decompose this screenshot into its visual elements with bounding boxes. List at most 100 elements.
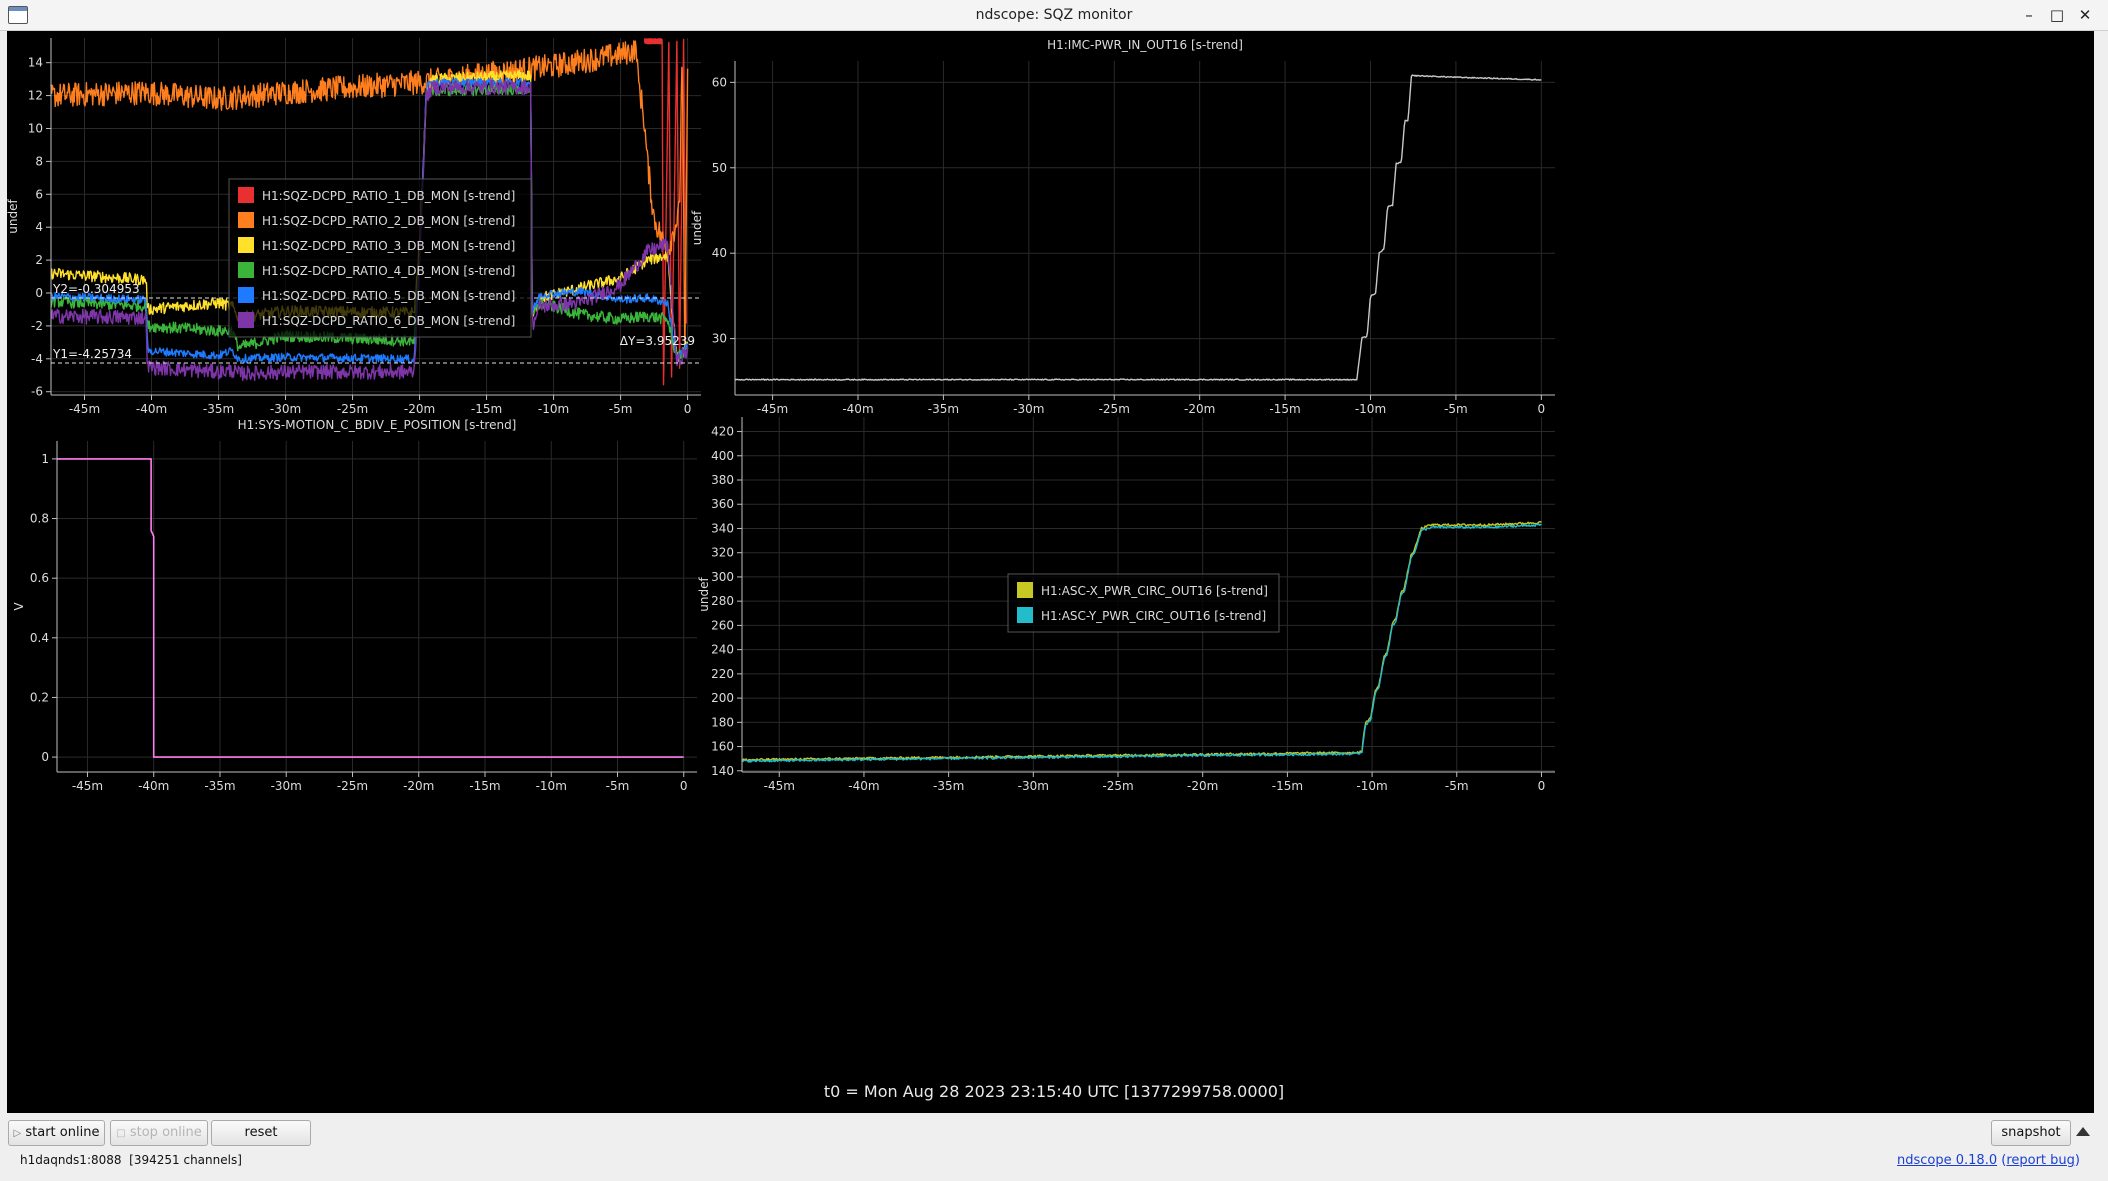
y-tick-label: 0.2 <box>30 690 49 704</box>
legend-entry: H1:SQZ-DCPD_RATIO_2_DB_MON [s-trend] <box>262 214 515 228</box>
y-tick-label: 0.8 <box>30 512 49 526</box>
server-status: h1daqnds1:8088 [394251 channels] <box>20 1153 242 1167</box>
x-tick-label: -45m <box>764 779 795 793</box>
x-tick-label: 0 <box>684 402 692 416</box>
x-tick-label: -15m <box>1269 402 1300 416</box>
y-tick-label: 8 <box>35 154 43 168</box>
stop-online-label: stop online <box>129 1125 202 1140</box>
close-icon[interactable]: ✕ <box>2074 4 2096 26</box>
server-address: h1daqnds1:8088 <box>20 1153 122 1167</box>
legend: H1:ASC-X_PWR_CIRC_OUT16 [s-trend] H1:ASC-… <box>1007 573 1280 633</box>
legend-swatch <box>238 212 254 228</box>
x-tick-label: -30m <box>1013 402 1044 416</box>
y-tick-label: 240 <box>711 643 734 657</box>
y-tick-label: 280 <box>711 594 734 608</box>
x-tick-label: -40m <box>138 779 169 793</box>
legend-swatch <box>238 262 254 278</box>
x-tick-label: -25m <box>1102 779 1133 793</box>
legend-entry: H1:SQZ-DCPD_RATIO_1_DB_MON [s-trend] <box>262 189 515 203</box>
legend-swatch <box>238 187 254 203</box>
y-tick-label: 12 <box>28 89 43 103</box>
window-titlebar: ndscope: SQZ monitor – □ ✕ <box>0 0 2108 31</box>
x-tick-label: -45m <box>69 402 100 416</box>
legend-swatch <box>238 287 254 303</box>
series-line-1 <box>741 520 1542 762</box>
x-tick-label: -5m <box>606 779 630 793</box>
legend-swatch <box>1017 607 1033 623</box>
plot-title: H1:IMC-PWR_IN_OUT16 [s-trend] <box>1047 38 1243 52</box>
legend-box <box>1007 573 1280 633</box>
x-tick-label: 0 <box>680 779 688 793</box>
series-line-2 <box>741 523 1542 763</box>
stop-online-button: □ stop online <box>110 1120 208 1146</box>
x-tick-label: -20m <box>404 402 435 416</box>
series-line-1 <box>644 38 687 386</box>
snapshot-button[interactable]: snapshot <box>1991 1120 2071 1146</box>
maximize-icon[interactable]: □ <box>2046 4 2068 26</box>
legend-entry: H1:SQZ-DCPD_RATIO_5_DB_MON [s-trend] <box>262 289 515 303</box>
collapse-arrow-icon[interactable] <box>2076 1127 2090 1136</box>
x-tick-label: -10m <box>1356 779 1387 793</box>
x-tick-label: -35m <box>933 779 964 793</box>
version-link[interactable]: ndscope 0.18.0 <box>1897 1153 1997 1168</box>
y-tick-label: 180 <box>711 715 734 729</box>
y-tick-label: -4 <box>31 352 43 366</box>
x-tick-label: -40m <box>848 779 879 793</box>
y-tick-label: 0 <box>41 750 49 764</box>
x-tick-label: -45m <box>72 779 103 793</box>
plots-svg[interactable]: -45m -40m -35m -30m -25m -20m -15m -10m -5m 0 -6 -4… <box>6 31 2094 1113</box>
plot-area: -45m -40m -35m -30m -25m -20m -15m -10m -5m 0 -6 -4… <box>6 31 2094 1113</box>
y-tick-label: 300 <box>711 570 734 584</box>
y-tick-label: 30 <box>712 332 727 346</box>
x-tick-label: -20m <box>1187 779 1218 793</box>
x-tick-label: -35m <box>928 402 959 416</box>
y-tick-label: 220 <box>711 667 734 681</box>
y-tick-label: 380 <box>711 473 734 487</box>
x-tick-label: -35m <box>203 402 234 416</box>
series-line-1 <box>734 74 1542 381</box>
y-tick-label: 2 <box>35 253 43 267</box>
legend-swatch <box>238 237 254 253</box>
y-tick-label: 0 <box>35 286 43 300</box>
y-tick-label: 40 <box>712 246 727 260</box>
start-online-label: start online <box>25 1125 100 1140</box>
reset-button[interactable]: reset <box>211 1120 311 1146</box>
plot-title: H1:SYS-MOTION_C_BDIV_E_POSITION [s-trend… <box>238 418 517 432</box>
x-tick-label: -15m <box>1272 779 1303 793</box>
plot-panel-2: -45m -40m -35m -30m -25m -20m -15m -10m -5m 0 30 40… <box>690 38 1555 416</box>
x-tick-label: -25m <box>337 779 368 793</box>
footer-links: ndscope 0.18.0 (report bug) <box>1897 1153 2080 1168</box>
y-axis-label: undef <box>7 199 20 234</box>
x-tick-label: -5m <box>1445 779 1469 793</box>
y-tick-label: 400 <box>711 449 734 463</box>
y-tick-label: 340 <box>711 521 734 535</box>
window-title: ndscope: SQZ monitor <box>975 7 1133 23</box>
series-line-1 <box>56 458 684 758</box>
channel-count: [394251 channels] <box>129 1153 242 1167</box>
x-tick-label: -30m <box>270 402 301 416</box>
x-tick-label: -25m <box>337 402 368 416</box>
legend-entry: H1:ASC-X_PWR_CIRC_OUT16 [s-trend] <box>1041 584 1268 598</box>
y-tick-label: 360 <box>711 497 734 511</box>
x-tick-label: -5m <box>1444 402 1468 416</box>
x-tick-label: -25m <box>1099 402 1130 416</box>
minimize-icon[interactable]: – <box>2018 4 2040 26</box>
plot-panel-4: -45m -40m -35m -30m -25m -20m -15m -10m -5m 0 140 1… <box>697 417 1555 793</box>
x-tick-label: 0 <box>1538 779 1546 793</box>
y-tick-label: 200 <box>711 691 734 705</box>
y-tick-label: 420 <box>711 425 734 439</box>
x-tick-label: -30m <box>1018 779 1049 793</box>
plot-panel-1: -45m -40m -35m -30m -25m -20m -15m -10m -5m 0 -6 -4… <box>6 38 701 416</box>
y-tick-label: 320 <box>711 546 734 560</box>
y-tick-label: 14 <box>28 56 43 70</box>
x-tick-label: -10m <box>536 779 567 793</box>
legend-swatch <box>1017 582 1033 598</box>
report-bug-link[interactable]: report bug <box>2006 1153 2075 1168</box>
start-online-button[interactable]: ▷ start online <box>8 1120 105 1146</box>
paren-close: ) <box>2074 1153 2080 1168</box>
y-tick-label: 0.4 <box>30 631 49 645</box>
legend-entry: H1:SQZ-DCPD_RATIO_3_DB_MON [s-trend] <box>262 239 515 253</box>
x-tick-label: -30m <box>271 779 302 793</box>
stop-icon: □ <box>116 1128 126 1139</box>
y-tick-label: 1 <box>41 452 49 466</box>
